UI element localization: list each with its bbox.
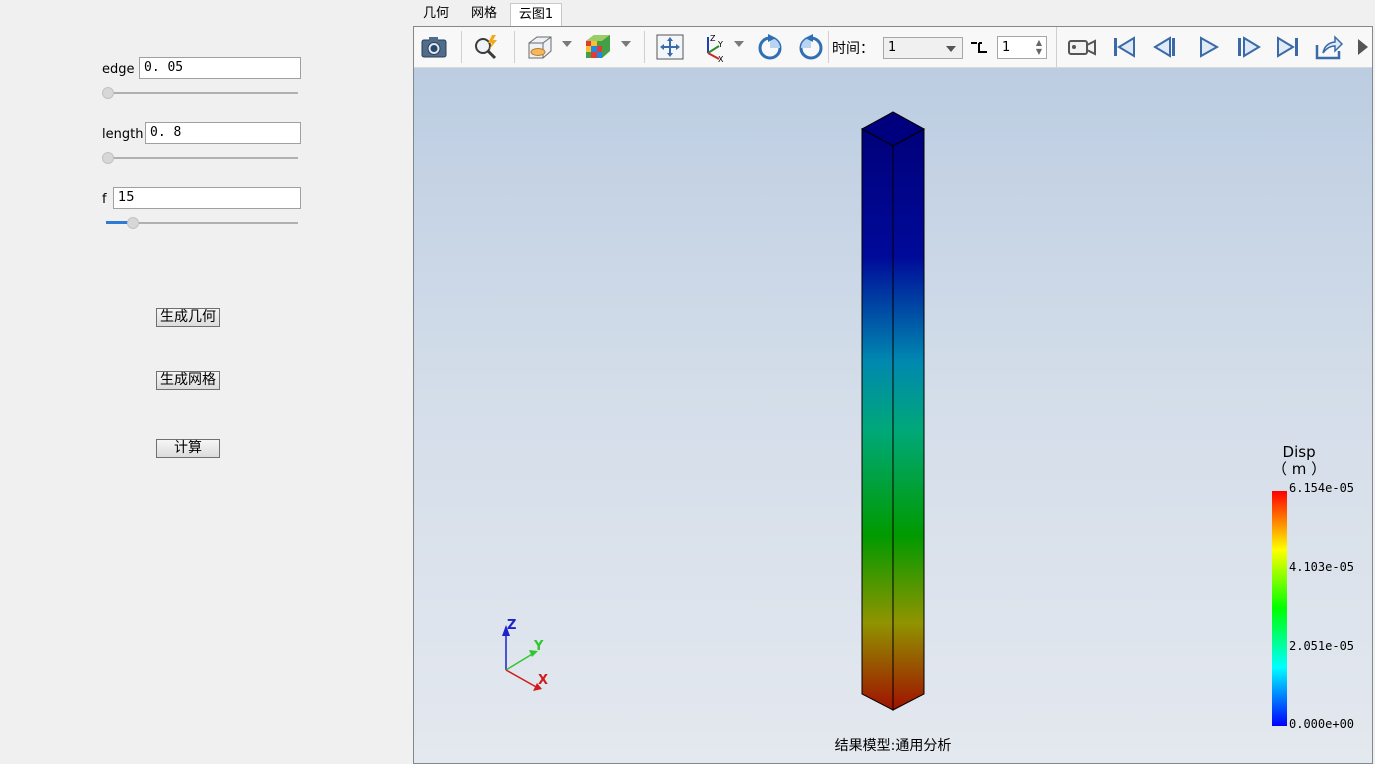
toolbar-separator	[644, 31, 645, 63]
legend-unit: （ m ）	[1272, 460, 1327, 478]
svg-text:Z: Z	[710, 34, 716, 43]
view-toolbar: ZYX 时间： 1 1 ▲ ▼	[414, 27, 1372, 68]
length-slider-track[interactable]	[106, 157, 298, 159]
length-label: length	[102, 127, 144, 142]
legend-quantity: Disp	[1282, 443, 1316, 461]
view-tab-bar: 几何 网格 云图1	[413, 0, 1375, 27]
record-video-icon[interactable]	[1066, 31, 1098, 63]
legend-tick-max: 6.154e-05	[1289, 481, 1355, 495]
rotate-cw-icon[interactable]	[754, 31, 786, 63]
generate-geometry-button[interactable]: 生成几何	[156, 308, 220, 327]
pan-icon[interactable]	[654, 31, 686, 63]
length-slider-handle[interactable]	[102, 152, 114, 164]
rotate-ccw-icon[interactable]	[795, 31, 827, 63]
spin-arrows-icon[interactable]: ▲ ▼	[1036, 38, 1042, 56]
f-label: f	[102, 192, 107, 207]
contour-model: Z Y X	[502, 111, 926, 711]
axes-triad-icon[interactable]: ZYX	[697, 31, 729, 63]
tab-geometry[interactable]: 几何	[417, 3, 455, 27]
time-label: 时间：	[832, 41, 874, 57]
legend-tick: 4.103e-05	[1289, 560, 1355, 574]
step-spinbox-value: 1	[1002, 40, 1011, 55]
parameter-panel: edge 0. 05 length 0. 8 f 15 生成几何 生成网格 计算	[0, 0, 412, 764]
result-model-caption: 结果模型:通用分析	[834, 738, 952, 754]
display-mode-dropdown-icon[interactable]	[562, 41, 572, 47]
first-frame-icon[interactable]	[1108, 31, 1140, 63]
toolbar-separator	[1056, 27, 1057, 67]
legend-tick-min: 0.000e+00	[1289, 717, 1355, 731]
svg-text:X: X	[718, 55, 724, 63]
export-icon[interactable]	[1313, 31, 1345, 63]
axis-triad: Z Y X	[502, 618, 548, 691]
tab-mesh[interactable]: 网格	[465, 3, 503, 27]
legend-color-bar	[1272, 491, 1287, 726]
triad-z-label: Z	[507, 618, 516, 633]
f-input[interactable]: 15	[113, 187, 301, 209]
tab-contour-1[interactable]: 云图1	[510, 3, 562, 27]
step-spinbox[interactable]: 1 ▲ ▼	[997, 36, 1047, 59]
color-cube-icon[interactable]	[582, 31, 614, 63]
display-mode-icon[interactable]	[524, 31, 556, 63]
previous-frame-icon[interactable]	[1150, 31, 1182, 63]
color-mode-dropdown-icon[interactable]	[621, 41, 631, 47]
length-input[interactable]: 0. 8	[145, 122, 301, 144]
svg-text:Y: Y	[717, 40, 723, 49]
axes-dropdown-icon[interactable]	[734, 41, 744, 47]
edge-slider-track[interactable]	[106, 92, 298, 94]
triad-x-label: X	[538, 673, 548, 688]
generate-mesh-button[interactable]: 生成网格	[156, 371, 220, 390]
zoom-fit-icon[interactable]	[470, 31, 502, 63]
3d-viewport[interactable]: Z Y X Disp （ m ） 6.154e-05 4.103e-05 2.0…	[414, 68, 1372, 763]
edge-input[interactable]: 0. 05	[139, 57, 301, 79]
f-slider-handle[interactable]	[127, 217, 139, 229]
last-frame-icon[interactable]	[1272, 31, 1304, 63]
result-view: ZYX 时间： 1 1 ▲ ▼ Z Y X Disp （ m ） 6.154e-…	[413, 26, 1373, 764]
compute-button[interactable]: 计算	[156, 439, 220, 458]
legend-title: Disp （ m ）	[1272, 444, 1326, 478]
step-icon	[970, 40, 988, 54]
edge-slider-handle[interactable]	[102, 87, 114, 99]
edge-label: edge	[102, 62, 135, 77]
toolbar-separator	[828, 31, 829, 63]
camera-icon[interactable]	[418, 31, 450, 63]
play-icon[interactable]	[1192, 31, 1224, 63]
toolbar-separator	[461, 31, 462, 63]
legend-tick: 2.051e-05	[1289, 639, 1355, 653]
time-select-value: 1	[888, 40, 897, 55]
triad-y-label: Y	[533, 639, 544, 654]
next-frame-icon[interactable]	[1232, 31, 1264, 63]
column-model	[860, 111, 926, 711]
chevron-down-icon	[946, 46, 956, 52]
toolbar-separator	[514, 31, 515, 63]
more-tools-icon[interactable]	[1354, 31, 1372, 63]
time-select[interactable]: 1	[883, 37, 963, 59]
